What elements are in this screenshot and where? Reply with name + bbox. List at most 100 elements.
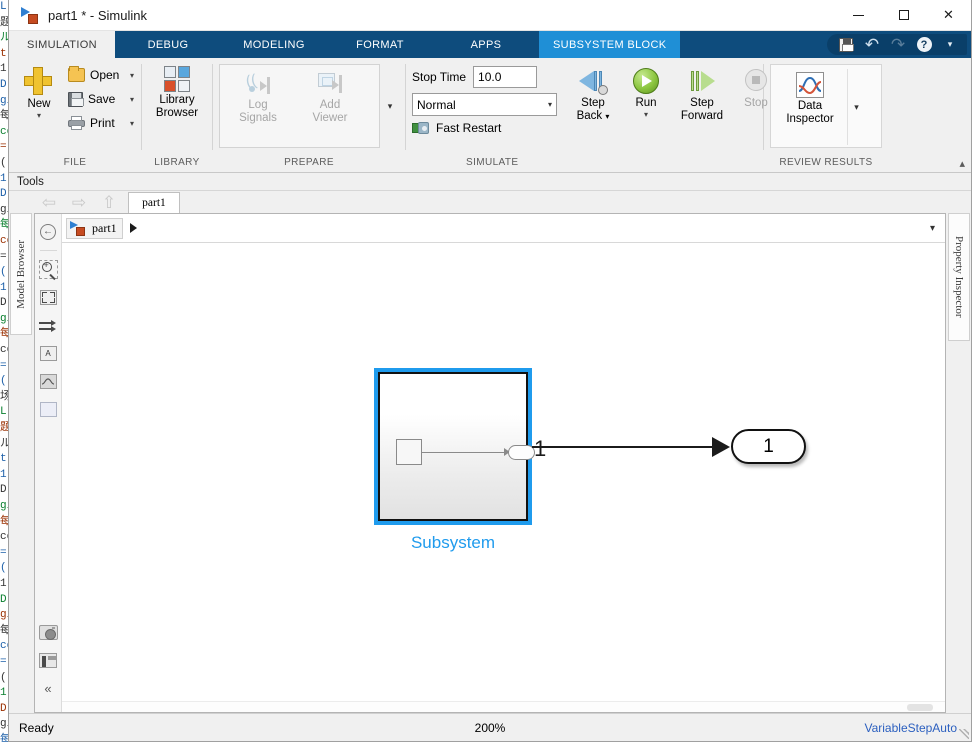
tools-menu[interactable]: Tools bbox=[17, 176, 44, 188]
run-dropdown-icon[interactable]: ▾ bbox=[644, 111, 648, 119]
nav-forward-button[interactable]: ⇨ bbox=[64, 191, 94, 213]
prepare-overflow-button[interactable]: ▾ bbox=[380, 64, 400, 148]
ribbon-group-simulate: Stop Time Normal ▾ Fast Restart bbox=[406, 58, 768, 172]
step-forward-button[interactable]: Step Forward bbox=[671, 64, 733, 123]
blank-block-icon[interactable] bbox=[38, 399, 59, 420]
data-inspector-icon bbox=[796, 72, 824, 98]
print-dropdown-icon[interactable]: ▾ bbox=[120, 119, 134, 128]
open-button[interactable]: Open ▾ bbox=[65, 63, 137, 87]
tab-modeling[interactable]: MODELING bbox=[221, 31, 327, 58]
subsystem-block[interactable]: 1 bbox=[374, 368, 546, 525]
model-canvas[interactable]: 1 Subsystem 1 bbox=[62, 243, 945, 712]
zoom-in-icon[interactable] bbox=[38, 259, 59, 281]
status-zoom-level[interactable]: 200% bbox=[9, 721, 971, 735]
simulation-mode-select[interactable]: Normal ▾ bbox=[412, 93, 557, 116]
resize-grip[interactable] bbox=[959, 729, 969, 739]
property-inspector-tab[interactable]: Property Inspector bbox=[948, 213, 970, 341]
toolbar-divider bbox=[39, 250, 57, 251]
nav-back-button[interactable]: ⇦ bbox=[34, 191, 64, 213]
ribbon-group-review-results: Data Inspector ▾ REVIEW RESULTS bbox=[764, 58, 971, 172]
maximize-button[interactable] bbox=[881, 0, 926, 31]
step-forward-icon bbox=[687, 67, 717, 95]
chevron-down-icon: ▾ bbox=[547, 100, 552, 109]
add-viewer-button[interactable]: Add Viewer bbox=[294, 68, 366, 125]
step-back-dropdown-icon[interactable]: ▾ bbox=[605, 112, 609, 121]
new-plus-icon bbox=[24, 66, 54, 96]
snapshot-camera-icon[interactable] bbox=[38, 622, 59, 643]
document-tab-part1[interactable]: part1 bbox=[128, 192, 180, 213]
new-dropdown-icon[interactable]: ▾ bbox=[37, 112, 41, 120]
group-label-prepare: PREPARE bbox=[284, 157, 334, 168]
breadcrumb-dropdown-icon[interactable]: ▾ bbox=[930, 223, 941, 234]
canvas-frame: ← A bbox=[34, 213, 946, 713]
add-viewer-icon bbox=[316, 71, 344, 97]
canvas-main: part1 ▾ 1 Subsystem 1 bbox=[62, 214, 945, 712]
floppy-icon bbox=[68, 91, 84, 107]
ribbon-collapse-icon[interactable]: ▴ bbox=[959, 157, 965, 170]
minimize-button[interactable] bbox=[836, 0, 881, 31]
workspace: Model Browser ⇦ ⇨ ⇧ part1 ← + A « part1 … bbox=[9, 191, 971, 713]
open-dropdown-icon[interactable]: ▾ bbox=[120, 71, 134, 80]
document-tab-strip: ⇦ ⇨ ⇧ part1 bbox=[34, 191, 946, 213]
subsystem-block-label[interactable]: Subsystem bbox=[374, 533, 532, 553]
printer-icon bbox=[68, 116, 85, 130]
simulink-window: part1 * - Simulink ✕ SIMULATION DEBUG MO… bbox=[8, 0, 972, 742]
canvas-toolbar: ← A bbox=[35, 214, 62, 712]
save-dropdown-icon[interactable]: ▾ bbox=[120, 95, 134, 104]
breadcrumb: part1 ▾ bbox=[62, 214, 945, 243]
status-bar: Ready 200% VariableStepAuto bbox=[9, 713, 971, 741]
group-label-library: LIBRARY bbox=[154, 157, 200, 168]
ribbon-group-prepare: (( Log Signals Add Viewer ▾ PREPARE bbox=[213, 58, 405, 172]
signal-line[interactable] bbox=[532, 446, 714, 448]
nav-up-button[interactable]: ⇧ bbox=[94, 191, 124, 213]
breadcrumb-item-part1[interactable]: part1 bbox=[66, 217, 123, 239]
save-button[interactable]: Save ▾ bbox=[65, 87, 137, 111]
data-inspector-dropdown-icon[interactable]: ▾ bbox=[847, 69, 865, 145]
ribbon: New ▾ Open ▾ Save ▾ Print ▾ FILE Library… bbox=[9, 58, 971, 173]
tab-simulation[interactable]: SIMULATION bbox=[9, 31, 115, 58]
navigate-up-icon[interactable]: ← bbox=[38, 221, 59, 242]
subsystem-inner-inport bbox=[396, 439, 422, 465]
tab-apps[interactable]: APPS bbox=[433, 31, 539, 58]
step-back-button[interactable]: Step Back ▾ bbox=[565, 64, 621, 123]
quick-access-more-icon[interactable]: ▾ bbox=[937, 34, 963, 55]
library-browser-button[interactable]: Library Browser bbox=[146, 63, 208, 120]
window-title: part1 * - Simulink bbox=[48, 7, 147, 23]
legend-icon[interactable] bbox=[38, 650, 59, 671]
log-signals-button[interactable]: (( Log Signals bbox=[222, 68, 294, 125]
tab-subsystem-block[interactable]: SUBSYSTEM BLOCK bbox=[539, 31, 681, 58]
print-button[interactable]: Print ▾ bbox=[65, 111, 137, 135]
stop-time-input[interactable] bbox=[473, 66, 538, 88]
collapse-toolbar-icon[interactable]: « bbox=[38, 678, 59, 699]
redo-icon[interactable]: ↷ bbox=[885, 34, 911, 55]
data-inspector-button[interactable]: Data Inspector bbox=[773, 69, 847, 126]
folder-icon bbox=[68, 66, 85, 82]
scrollbar-thumb[interactable] bbox=[907, 704, 933, 711]
outport-block[interactable]: 1 bbox=[731, 429, 806, 464]
breadcrumb-label: part1 bbox=[92, 220, 117, 235]
subsystem-inner-wire bbox=[422, 452, 506, 453]
undo-icon[interactable]: ↶ bbox=[859, 34, 885, 55]
annotation-icon[interactable]: A bbox=[38, 343, 59, 364]
tab-format[interactable]: FORMAT bbox=[327, 31, 433, 58]
fast-restart-icon bbox=[412, 121, 429, 135]
subsystem-inner-outport bbox=[508, 445, 535, 460]
group-label-simulate: SIMULATE bbox=[466, 157, 519, 168]
new-button[interactable]: New ▾ bbox=[13, 63, 65, 120]
quick-save-button[interactable] bbox=[833, 34, 859, 55]
run-button[interactable]: Run ▾ bbox=[621, 64, 671, 123]
breadcrumb-arrow-icon bbox=[129, 223, 137, 233]
simulink-model-icon bbox=[21, 6, 40, 24]
signal-arrow-icon bbox=[712, 437, 730, 457]
scope-viewer-icon[interactable] bbox=[38, 371, 59, 392]
arrange-signals-icon[interactable] bbox=[38, 315, 59, 336]
canvas-horizontal-scrollbar[interactable] bbox=[62, 701, 945, 712]
help-icon[interactable]: ? bbox=[911, 34, 937, 55]
tab-debug[interactable]: DEBUG bbox=[115, 31, 221, 58]
run-icon bbox=[631, 67, 661, 95]
fit-to-view-icon[interactable] bbox=[38, 287, 59, 308]
close-button[interactable]: ✕ bbox=[926, 0, 971, 31]
model-browser-tab[interactable]: Model Browser bbox=[10, 213, 32, 335]
fast-restart-button[interactable]: Fast Restart bbox=[412, 121, 557, 135]
log-signals-icon: (( bbox=[244, 71, 272, 97]
